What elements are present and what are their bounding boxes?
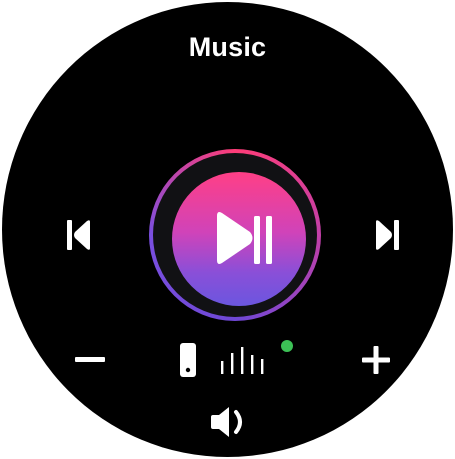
play-pause-ring — [149, 149, 321, 321]
volume-down-button[interactable] — [70, 342, 110, 378]
output-device-button[interactable] — [176, 341, 200, 379]
volume-up-button[interactable] — [354, 340, 398, 380]
next-track-icon — [376, 220, 399, 250]
speaker-button[interactable] — [207, 402, 253, 442]
previous-button[interactable] — [52, 215, 104, 255]
volume-level-indicator — [218, 346, 270, 376]
connection-status-dot — [281, 340, 293, 352]
speaker-icon — [211, 407, 242, 437]
plus-icon — [362, 346, 390, 374]
previous-track-icon — [67, 220, 90, 250]
play-pause-icon — [217, 212, 272, 264]
watch-face: Music — [2, 2, 453, 457]
play-pause-ring-inner — [153, 153, 317, 317]
play-pause-button[interactable] — [172, 172, 306, 306]
phone-icon — [180, 343, 196, 377]
watch-screen: Music — [0, 0, 455, 459]
minus-icon — [75, 357, 105, 362]
next-button[interactable] — [362, 215, 414, 255]
app-title: Music — [188, 32, 267, 62]
volume-bars-icon — [221, 347, 264, 374]
